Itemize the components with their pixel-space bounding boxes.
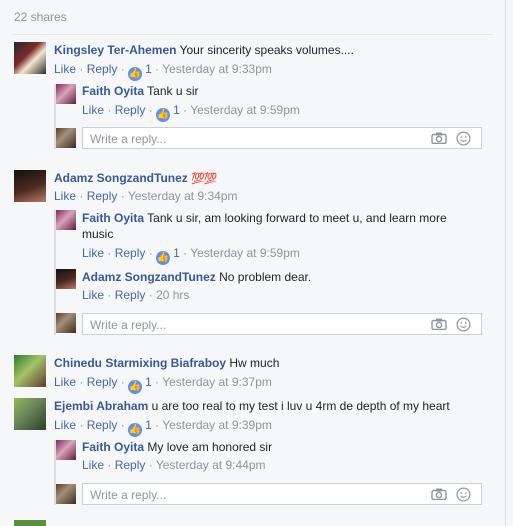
timestamp[interactable]: 20 hrs [156,288,189,302]
reply-actions: Like · Reply · 20 hrs [82,288,190,302]
thumbs-up-icon: 👍 [128,380,143,394]
reply-text-continued: music [82,227,114,241]
timestamp[interactable]: Yesterday at 9:59pm [190,103,300,117]
reply-text: No problem dear. [219,270,312,284]
avatar[interactable] [14,355,46,387]
like-count[interactable]: 1 [145,418,152,432]
avatar[interactable] [56,484,76,504]
like-button[interactable]: Like [54,189,76,203]
reply-input[interactable]: Write a reply... [82,127,482,149]
like-button[interactable]: Like [54,375,76,389]
divider [12,34,493,35]
reply-author[interactable]: Faith Oyita [82,211,144,225]
timestamp[interactable]: Yesterday at 9:33pm [162,62,272,76]
reply-text: My love am honored sir [147,440,273,454]
like-button[interactable]: Like [82,288,104,302]
emoji-icon[interactable] [456,487,471,502]
reply-button[interactable]: Reply [87,375,118,389]
reply-button[interactable]: Reply [115,288,146,302]
reply: Faith Oyita My love am honored sir [82,439,272,455]
timestamp[interactable]: Yesterday at 9:39pm [162,418,272,432]
reply-author[interactable]: Faith Oyita [82,440,144,454]
camera-icon[interactable] [431,132,447,144]
comment-author[interactable]: Chinedu Starmixing Biafraboy [54,356,226,370]
comment-text: u are too real to my test i luv u 4rm de… [151,399,450,413]
comment-actions: Like · Reply · 👍 1 · Yesterday at 9:37pm [54,375,272,394]
emoji-icon[interactable] [456,131,471,146]
hundred-points-emoji: 💯💯 [191,173,217,185]
reply-input[interactable]: Write a reply... [82,313,482,335]
comment-actions: Like · Reply · Yesterday at 9:34pm [54,189,238,203]
comment: Kingsley Ter-Ahemen Your sincerity speak… [54,42,354,58]
avatar[interactable] [56,210,76,230]
camera-icon[interactable] [431,318,447,330]
comment-author[interactable]: Kingsley Ter-Ahemen [54,43,176,57]
reply-button[interactable]: Reply [115,246,146,260]
comments-panel: 22 shares Kingsley Ter-Ahemen Your since… [0,0,506,526]
comment: Adamz SongzandTunez 💯💯 [54,170,218,187]
shares-count[interactable]: 22 shares [14,10,67,24]
reply-button[interactable]: Reply [87,189,118,203]
like-button[interactable]: Like [82,103,104,117]
reply-button[interactable]: Reply [87,418,118,432]
avatar[interactable] [56,313,76,333]
like-button[interactable]: Like [54,62,76,76]
thumbs-up-icon: 👍 [156,251,171,265]
reply: Faith Oyita Tank u sir, am looking forwa… [82,210,447,226]
comment: Ejembi Abraham u are too real to my test… [54,398,450,414]
avatar[interactable] [14,398,46,430]
thumbs-up-icon: 👍 [128,67,143,81]
reply-placeholder: Write a reply... [90,488,167,502]
avatar[interactable] [56,84,76,104]
thumbs-up-icon: 👍 [128,423,143,437]
timestamp[interactable]: Yesterday at 9:37pm [162,375,272,389]
reply-button[interactable]: Reply [115,458,146,472]
thumbs-up-icon: 👍 [156,108,171,122]
emoji-icon[interactable] [456,317,471,332]
like-count[interactable]: 1 [145,62,152,76]
reply-text: Tank u sir [147,84,199,98]
comment: Chinedu Starmixing Biafraboy Hw much [54,355,279,371]
reply-input[interactable]: Write a reply... [82,483,482,505]
reply-button[interactable]: Reply [87,62,118,76]
reply: Adamz SongzandTunez No problem dear. [82,269,311,285]
reply-actions: Like · Reply · 👍 1 · Yesterday at 9:59pm [82,103,300,122]
comment-actions: Like · Reply · 👍 1 · Yesterday at 9:39pm [54,418,272,437]
comment-author[interactable]: Ejembi Abraham [54,399,148,413]
avatar[interactable] [14,42,46,74]
reply-text: Tank u sir, am looking forward to meet u… [147,211,447,225]
timestamp[interactable]: Yesterday at 9:34pm [128,189,238,203]
timestamp[interactable]: Yesterday at 9:44pm [156,458,266,472]
like-button[interactable]: Like [82,246,104,260]
comment-author[interactable]: Adamz SongzandTunez [54,171,188,185]
comment-actions: Like · Reply · 👍 1 · Yesterday at 9:33pm [54,62,272,81]
avatar[interactable] [56,440,76,460]
like-button[interactable]: Like [82,458,104,472]
like-count[interactable]: 1 [173,246,180,260]
reply-author[interactable]: Faith Oyita [82,84,144,98]
avatar[interactable] [56,128,76,148]
reply-author[interactable]: Adamz SongzandTunez [82,270,216,284]
avatar[interactable] [56,269,76,289]
like-count[interactable]: 1 [145,375,152,389]
like-count[interactable]: 1 [173,103,180,117]
avatar[interactable] [14,170,46,202]
comment-text: Hw much [229,356,280,370]
avatar[interactable] [14,520,46,526]
camera-icon[interactable] [431,488,447,500]
reply-button[interactable]: Reply [115,103,146,117]
reply-actions: Like · Reply · Yesterday at 9:44pm [82,458,266,472]
timestamp[interactable]: Yesterday at 9:59pm [190,246,300,260]
comment-text: Your sincerity speaks volumes.... [179,43,354,57]
reply-placeholder: Write a reply... [90,132,167,146]
like-button[interactable]: Like [54,418,76,432]
reply: Faith Oyita Tank u sir [82,83,199,99]
reply-placeholder: Write a reply... [90,318,167,332]
reply-actions: Like · Reply · 👍 1 · Yesterday at 9:59pm [82,246,300,265]
